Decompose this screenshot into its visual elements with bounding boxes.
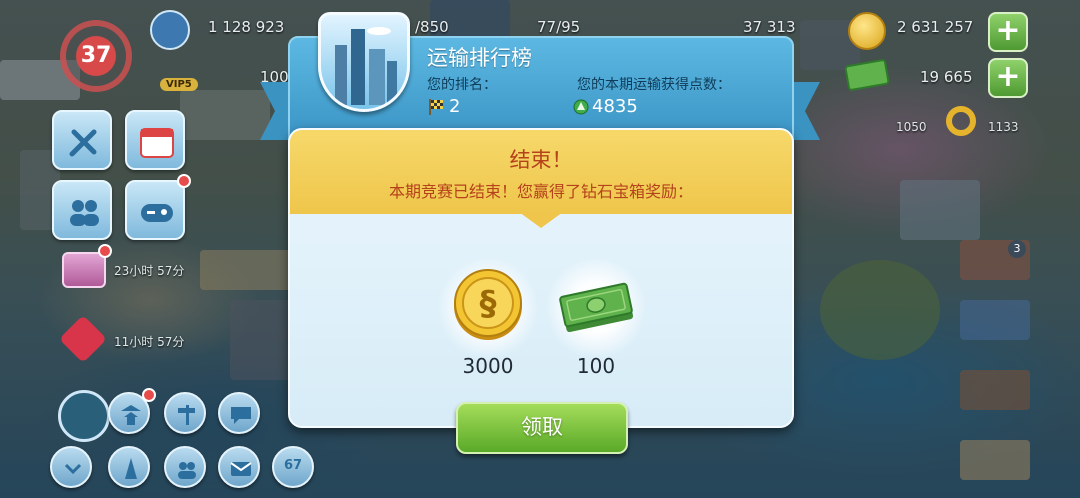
player-level-badge[interactable]: 37: [60, 20, 132, 92]
reward-cash-value: 100: [576, 354, 616, 378]
gamepad-icon: [141, 204, 173, 222]
chest-timer: 23小时 57分: [114, 264, 185, 278]
key-count: 19 665: [920, 68, 973, 86]
signpost-icon: [178, 405, 195, 425]
avatar[interactable]: [150, 10, 190, 50]
reward-simoleons: §: [430, 250, 546, 366]
golden-key-count: 1133: [988, 120, 1019, 134]
population-count: /850: [415, 18, 449, 36]
reward-cash: [538, 250, 654, 366]
simoleon-count: 1 128 923: [208, 18, 285, 36]
claim-button[interactable]: 领取: [456, 402, 628, 454]
vip-badge[interactable]: VIP5: [160, 78, 198, 91]
simcash-coin-icon: [848, 12, 886, 50]
people-icon: [70, 200, 99, 226]
land-count: 1050: [896, 120, 927, 134]
rank-value: 2: [449, 96, 461, 117]
tower-button[interactable]: [108, 446, 150, 488]
build-tools-button[interactable]: [52, 110, 112, 170]
rank-label: 您的排名：: [427, 77, 497, 93]
player-level: 37: [80, 43, 112, 68]
game-controller-button[interactable]: [125, 180, 185, 240]
group-icon: [178, 462, 196, 479]
simcash-count: 2 631 257: [897, 18, 974, 36]
region-badge: 67: [283, 458, 303, 473]
calendar-button[interactable]: [125, 110, 185, 170]
storage-count: 77/95: [537, 18, 581, 36]
club-button[interactable]: [164, 446, 206, 488]
svg-text:§: §: [480, 284, 497, 324]
heart-timer: 11小时 57分: [114, 335, 185, 349]
simoleon-coin-icon: §: [454, 269, 522, 340]
checkered-flag-icon: [429, 98, 443, 115]
rank-value-group: 2: [427, 96, 460, 117]
pagoda-notification-dot: [142, 388, 156, 402]
resource-counter: 37 313: [743, 18, 796, 36]
points-value-group: 4835: [573, 96, 638, 117]
city-status-dial[interactable]: [58, 390, 110, 442]
chat-button[interactable]: [218, 392, 260, 434]
city-shield-icon: [318, 12, 410, 112]
treasure-chest-icon[interactable]: [62, 252, 106, 288]
end-title: 结束！: [509, 148, 573, 172]
signpost-button[interactable]: [164, 392, 206, 434]
end-message: 本期竞赛已结束！您赢得了钻石宝箱奖励：: [388, 182, 693, 201]
points-value: 4835: [592, 96, 638, 117]
banner-notch: [519, 212, 563, 228]
add-cash-button[interactable]: +: [988, 58, 1028, 98]
chat-bubble-icon: [231, 407, 251, 424]
chest-notification-dot: [98, 244, 112, 258]
mail-button[interactable]: [218, 446, 260, 488]
pagoda-icon: [121, 405, 141, 425]
mail-icon: [230, 462, 252, 476]
tower-icon: [125, 458, 137, 479]
wrench-screwdriver-icon: [69, 129, 97, 157]
transport-points-icon: [573, 99, 589, 114]
dialog-body: 结束！ 本期竞赛已结束！您赢得了钻石宝箱奖励： § 3000 100: [288, 128, 794, 428]
points-label: 您的本期运输获得点数：: [577, 77, 731, 93]
calendar-icon: [140, 128, 174, 158]
add-simcash-button[interactable]: +: [988, 12, 1028, 52]
chevron-down-icon: [64, 463, 82, 475]
golden-key-icon: [946, 106, 976, 136]
social-button[interactable]: [52, 180, 112, 240]
cash-stack-icon: [559, 282, 634, 333]
dialog-title: 运输排行榜: [427, 46, 532, 70]
collapse-menu-button[interactable]: [50, 446, 92, 488]
building-count-badge: 3: [1008, 240, 1026, 258]
region-button[interactable]: 67: [272, 446, 314, 488]
reward-simoleons-value: 3000: [462, 354, 514, 378]
notification-dot: [177, 174, 191, 188]
